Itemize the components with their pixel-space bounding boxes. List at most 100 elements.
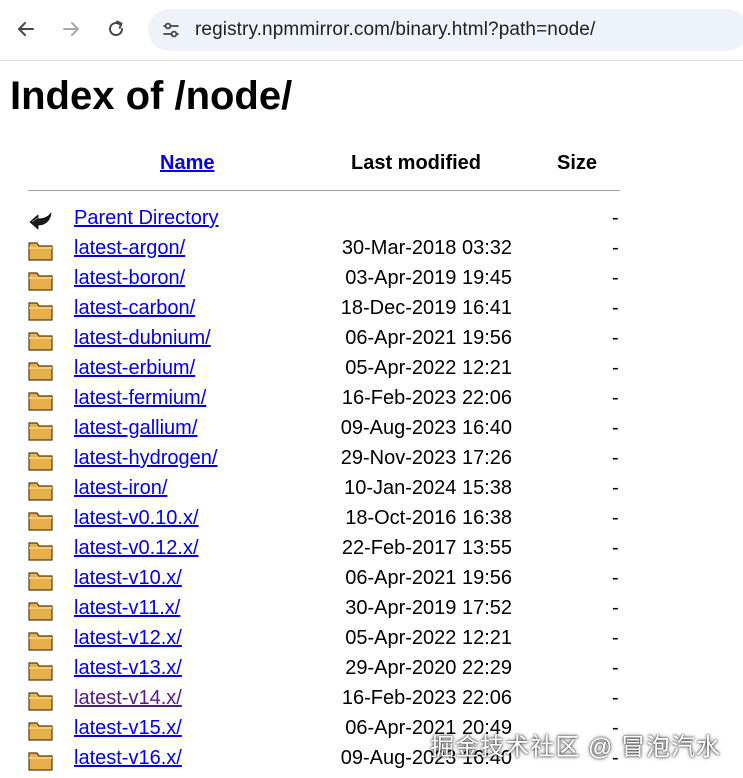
directory-link[interactable]: latest-v0.12.x/ (74, 537, 199, 560)
directory-link[interactable]: latest-carbon/ (74, 297, 195, 320)
last-modified-cell: 16-Feb-2023 22:06 (341, 687, 512, 709)
table-row: latest-iron/ 10-Jan-2024 15:38 - (0, 474, 743, 504)
last-modified-cell: 29-Nov-2023 17:26 (340, 447, 512, 469)
last-modified-cell: 05-Apr-2022 12:21 (345, 627, 512, 649)
last-modified-cell: 22-Feb-2017 13:55 (341, 537, 512, 559)
folder-icon (28, 392, 53, 411)
directory-link[interactable]: latest-v0.10.x/ (74, 507, 199, 530)
directory-link[interactable]: latest-v11.x/ (74, 597, 180, 620)
size-cell: - (612, 237, 619, 259)
directory-link[interactable]: latest-argon/ (74, 237, 185, 260)
folder-icon (28, 272, 53, 291)
last-modified-cell: 30-Apr-2019 17:52 (345, 597, 512, 619)
reload-button[interactable] (101, 14, 131, 44)
last-modified-cell: 16-Feb-2023 22:06 (341, 387, 512, 409)
directory-link[interactable]: latest-gallium/ (74, 417, 197, 440)
directory-link[interactable]: latest-hydrogen/ (74, 447, 217, 470)
table-row: latest-gallium/ 09-Aug-2023 16:40 - (0, 414, 743, 444)
table-row: latest-carbon/ 18-Dec-2019 16:41 - (0, 294, 743, 324)
table-row: latest-v0.10.x/ 18-Oct-2016 16:38 - (0, 504, 743, 534)
size-cell: - (612, 207, 619, 229)
size-cell: - (612, 447, 619, 469)
site-info-button[interactable] (158, 17, 184, 43)
folder-icon (28, 422, 53, 441)
directory-link[interactable]: latest-boron/ (74, 267, 185, 290)
size-cell: - (612, 657, 619, 679)
folder-icon (28, 302, 53, 321)
folder-icon (28, 542, 53, 561)
folder-icon (28, 602, 53, 621)
directory-link[interactable]: latest-v15.x/ (74, 717, 182, 740)
directory-link[interactable]: latest-dubnium/ (74, 327, 211, 350)
back-arrow-icon (18, 22, 34, 36)
folder-icon (28, 572, 53, 591)
table-row: latest-fermium/ 16-Feb-2023 22:06 - (0, 384, 743, 414)
last-modified-cell: 06-Apr-2021 19:56 (345, 327, 512, 349)
size-cell: - (612, 507, 619, 529)
table-row: latest-v13.x/ 29-Apr-2020 22:29 - (0, 654, 743, 684)
table-row: latest-boron/ 03-Apr-2019 19:45 - (0, 264, 743, 294)
folder-icon (28, 482, 53, 501)
last-modified-cell: 18-Dec-2019 16:41 (340, 297, 512, 319)
last-modified-cell: 06-Apr-2021 19:56 (345, 567, 512, 589)
last-modified-cell: 18-Oct-2016 16:38 (345, 507, 512, 529)
back-button[interactable] (11, 14, 41, 44)
page-title: Index of /node/ (10, 74, 293, 118)
folder-icon (28, 692, 53, 711)
table-row: latest-v12.x/ 05-Apr-2022 12:21 - (0, 624, 743, 654)
size-cell: - (612, 597, 619, 619)
last-modified-cell: 09-Aug-2023 16:40 (340, 417, 512, 439)
table-row: latest-argon/ 30-Mar-2018 03:32 - (0, 234, 743, 264)
table-row: latest-dubnium/ 06-Apr-2021 19:56 - (0, 324, 743, 354)
reload-icon (109, 20, 123, 36)
url-text[interactable]: registry.npmmirror.com/binary.html?path=… (195, 19, 595, 41)
directory-link[interactable]: latest-v13.x/ (74, 657, 182, 680)
table-row: latest-v0.12.x/ 22-Feb-2017 13:55 - (0, 534, 743, 564)
folder-icon (28, 632, 53, 651)
name-column-header[interactable]: Name (160, 152, 214, 175)
size-cell: - (612, 567, 619, 589)
folder-icon (28, 452, 53, 471)
size-cell: - (612, 297, 619, 319)
directory-link[interactable]: latest-fermium/ (74, 387, 206, 410)
directory-link[interactable]: latest-erbium/ (74, 357, 195, 380)
parent-directory-row: Parent Directory - (0, 204, 743, 234)
watermark: 掘金技术社区 @ 冒泡汽水 (430, 734, 721, 761)
size-cell: - (612, 687, 619, 709)
folder-icon (28, 752, 53, 771)
last-modified-cell: 30-Mar-2018 03:32 (341, 237, 512, 259)
directory-link[interactable]: latest-v10.x/ (74, 567, 182, 590)
header-separator (28, 190, 620, 191)
forward-arrow-icon (63, 22, 79, 36)
size-cell: - (612, 537, 619, 559)
size-cell: - (612, 477, 619, 499)
size-cell: - (612, 387, 619, 409)
directory-link[interactable]: latest-iron/ (74, 477, 167, 500)
last-modified-cell: 03-Apr-2019 19:45 (345, 267, 512, 289)
folder-icon (28, 722, 53, 741)
size-cell: - (612, 327, 619, 349)
last-modified-cell: 29-Apr-2020 22:29 (345, 657, 512, 679)
address-bar[interactable]: registry.npmmirror.com/binary.html?path=… (148, 9, 743, 51)
parent-directory-link[interactable]: Parent Directory (74, 207, 219, 230)
browser-toolbar: registry.npmmirror.com/binary.html?path=… (0, 0, 743, 61)
table-row: latest-hydrogen/ 29-Nov-2023 17:26 - (0, 444, 743, 474)
table-row: latest-v14.x/ 16-Feb-2023 22:06 - (0, 684, 743, 714)
size-cell: - (612, 627, 619, 649)
forward-button[interactable] (56, 14, 86, 44)
directory-link[interactable]: latest-v16.x/ (74, 747, 182, 770)
back-arrow-icon (29, 212, 52, 230)
tune-icon (163, 22, 179, 38)
size-cell: - (612, 357, 619, 379)
folder-icon (28, 242, 53, 261)
last-modified-cell: 05-Apr-2022 12:21 (345, 357, 512, 379)
size-column-header: Size (557, 152, 598, 174)
table-row: latest-erbium/ 05-Apr-2022 12:21 - (0, 354, 743, 384)
directory-link[interactable]: latest-v12.x/ (74, 627, 182, 650)
size-cell: - (612, 417, 619, 439)
folder-icon (28, 662, 53, 681)
folder-icon (28, 362, 53, 381)
folder-icon (28, 332, 53, 351)
directory-link-visited[interactable]: latest-v14.x/ (74, 687, 182, 710)
last-modified-cell: 10-Jan-2024 15:38 (344, 477, 512, 499)
